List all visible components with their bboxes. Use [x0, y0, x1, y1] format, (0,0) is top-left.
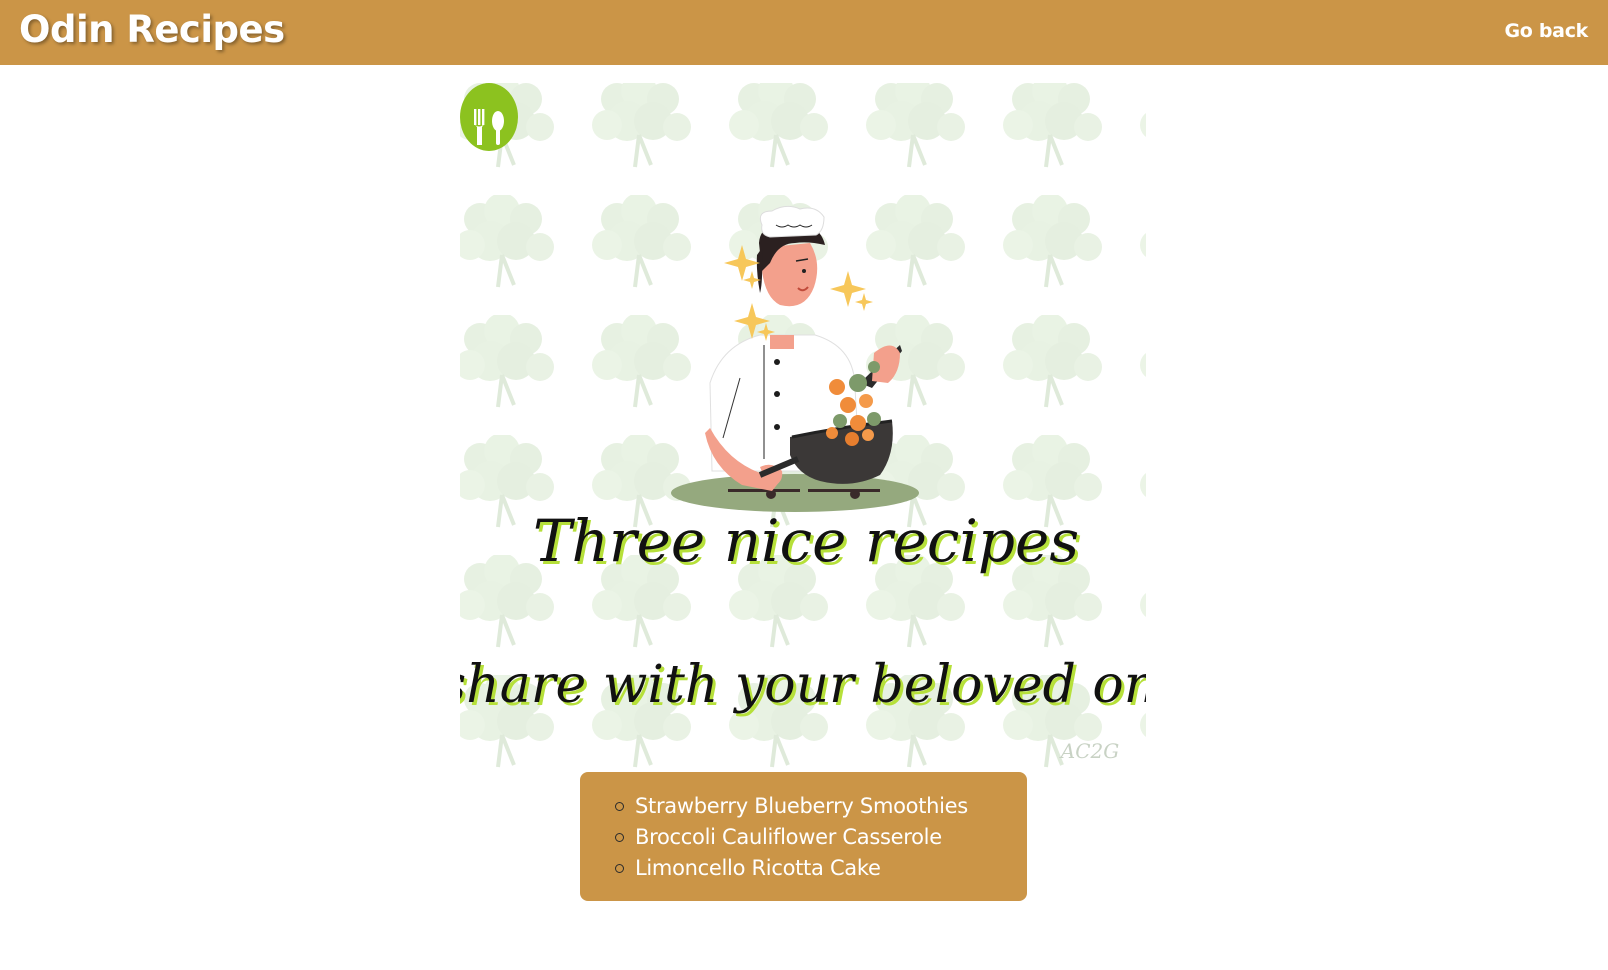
list-item[interactable]: Broccoli Cauliflower Casserole — [615, 822, 1027, 853]
list-item[interactable]: Limoncello Ricotta Cake — [615, 853, 1027, 884]
site-title: Odin Recipes — [19, 8, 285, 51]
bullet-icon — [615, 833, 624, 842]
headline-line2: to share with your beloved ones. — [460, 655, 1146, 715]
recipe-link-3[interactable]: Limoncello Ricotta Cake — [635, 856, 881, 880]
go-back-link[interactable]: Go back — [1505, 20, 1589, 42]
recipe-link-2[interactable]: Broccoli Cauliflower Casserole — [635, 825, 942, 849]
list-item[interactable]: Strawberry Blueberry Smoothies — [615, 791, 1027, 822]
recipe-list: Strawberry Blueberry Smoothies Broccoli … — [580, 772, 1027, 884]
recipe-link-1[interactable]: Strawberry Blueberry Smoothies — [635, 794, 968, 818]
hero-poster: Three nice recipes Three nice recipes to… — [460, 83, 1146, 769]
bullet-icon — [615, 802, 624, 811]
fork-spoon-logo-icon — [460, 83, 518, 151]
headline-line1: Three nice recipes — [533, 507, 1079, 575]
artist-signature: AC2G — [1059, 739, 1119, 763]
top-nav-bar: Odin Recipes Go back — [0, 0, 1608, 65]
bullet-icon — [615, 864, 624, 873]
recipe-list-card: Strawberry Blueberry Smoothies Broccoli … — [580, 772, 1027, 901]
